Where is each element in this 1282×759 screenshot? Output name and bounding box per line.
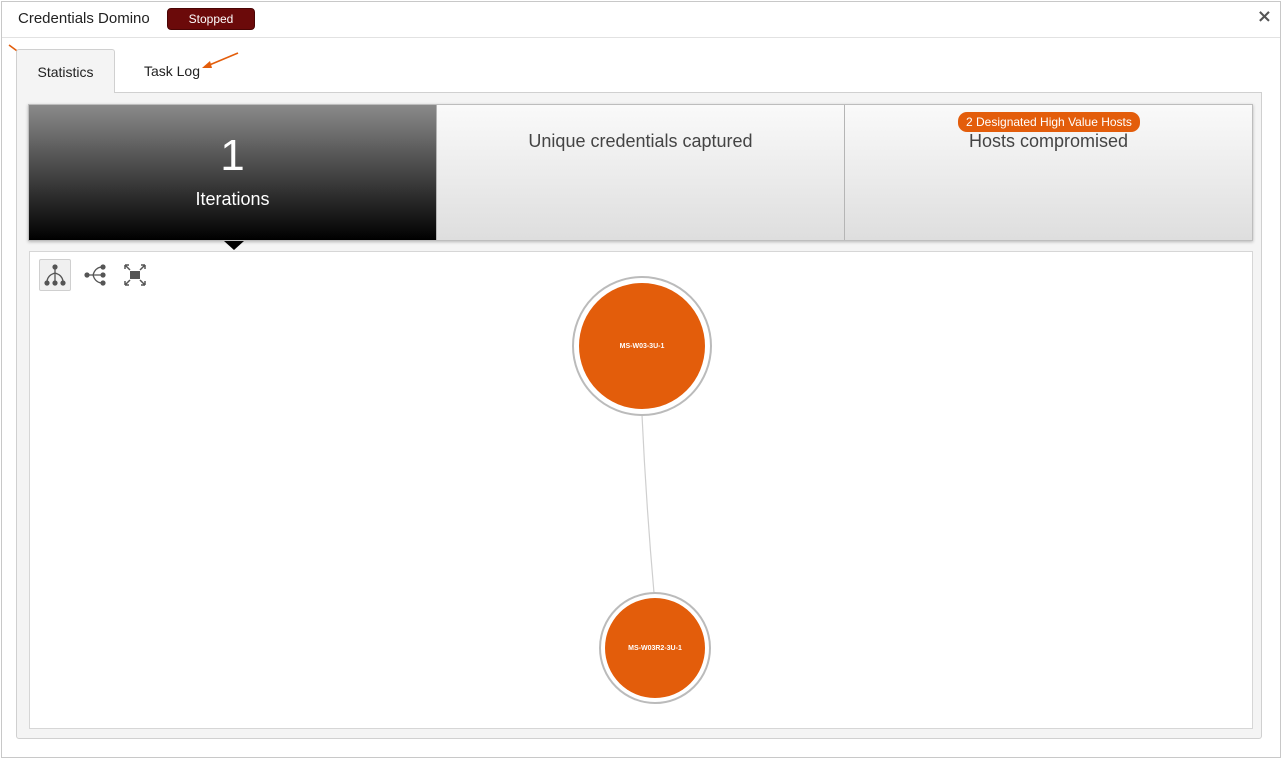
tab-task-log[interactable]: Task Log [124, 49, 220, 93]
close-icon[interactable]: × [1257, 6, 1272, 27]
tab-statistics-label: Statistics [37, 63, 94, 80]
title-bar: Credentials Domino Stopped × [2, 2, 1280, 38]
host-node[interactable]: MS-W03-3U-1 [572, 276, 712, 416]
stats-row: 1 Iterations Unique credentials captured… [28, 104, 1253, 241]
hosts-compromised-label: Hosts compromised [968, 131, 1129, 151]
host-node-label: MS-W03R2-3U-1 [628, 644, 682, 652]
status-badge: Stopped [167, 8, 255, 30]
stat-unique-credentials[interactable]: Unique credentials captured [437, 105, 845, 240]
dialog-title: Credentials Domino [18, 10, 150, 27]
active-stat-pointer [224, 241, 244, 250]
host-node[interactable]: MS-W03R2-3U-1 [599, 592, 711, 704]
iterations-label: Iterations [195, 189, 270, 209]
stat-hosts-compromised[interactable]: 2 Designated High Value Hosts Hosts comp… [845, 105, 1252, 240]
tab-statistics[interactable]: Statistics [16, 49, 115, 93]
tab-task-log-label: Task Log [143, 63, 201, 79]
iterations-value: 1 [220, 131, 245, 180]
unique-credentials-label: Unique credentials captured [528, 131, 753, 151]
graph-canvas[interactable]: MS-W03-3U-1 MS-W03R2-3U-1 [29, 251, 1253, 729]
stat-iterations[interactable]: 1 Iterations [29, 105, 437, 240]
host-node-label: MS-W03-3U-1 [619, 342, 665, 350]
graph-edge [641, 414, 655, 594]
high-value-hosts-badge: 2 Designated High Value Hosts [958, 112, 1140, 132]
